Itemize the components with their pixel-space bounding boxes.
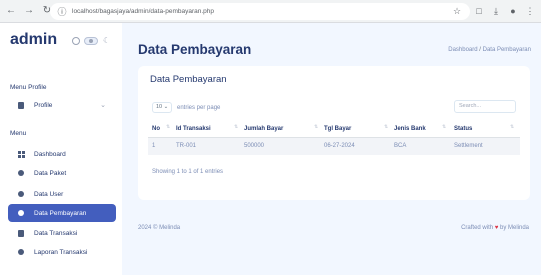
footer-credit: Crafted with ♥ by Melinda — [461, 225, 529, 231]
card-title: Data Pembayaran — [150, 74, 227, 85]
site-info-icon[interactable]: ⓘ — [56, 6, 68, 18]
sort-icon[interactable]: ⇅ — [166, 125, 170, 130]
payment-table: No ⇅ Id Transaksi ⇅ Jumlah Bayar ⇅ Tgl B… — [148, 121, 520, 155]
heart-icon: ♥ — [494, 225, 499, 231]
star-icon[interactable]: ☆ — [450, 5, 464, 18]
sidebar-item-laporan-transaksi[interactable]: Laporan Transaksi — [8, 243, 116, 261]
entries-value: 10 — [156, 104, 163, 110]
entries-select[interactable]: 10 ⌄ — [152, 102, 172, 113]
footer-credit-prefix: Crafted with — [461, 225, 494, 231]
address-bar[interactable]: ⓘ localhost/bagasjaya/admin/data-pembaya… — [50, 3, 470, 20]
download-icon[interactable]: ⤓ — [489, 4, 503, 18]
table-info: Showing 1 to 1 of 1 entries — [152, 169, 224, 175]
forward-arrow-icon[interactable]: → — [22, 4, 36, 18]
cell-jenis-bank: BCA — [394, 143, 407, 149]
theme-toggle[interactable]: ☾ — [72, 37, 110, 45]
column-header-status[interactable]: Status — [454, 121, 472, 138]
sidebar-item-label: Data Paket — [34, 169, 67, 177]
sidebar-item-label: Dashboard — [34, 150, 66, 158]
breadcrumb: Dashboard / Data Pembayaran — [448, 47, 531, 53]
table-row: 1 TR-001 500000 06-27-2024 BCA Settlemen… — [148, 138, 520, 155]
dot-icon — [16, 168, 26, 178]
column-header-jenis-bank[interactable]: Jenis Bank — [394, 121, 426, 138]
sidebar-item-label: Profile — [34, 101, 53, 109]
sidebar-item-data-transaksi[interactable]: Data Transaksi — [8, 224, 116, 242]
sort-icon[interactable]: ⇅ — [442, 125, 446, 130]
chevron-down-icon[interactable]: ⌄ — [100, 101, 106, 109]
extensions-icon[interactable]: □ — [472, 4, 486, 18]
cell-no: 1 — [152, 143, 156, 149]
url-text[interactable]: localhost/bagasjaya/admin/data-pembayara… — [72, 8, 214, 15]
search-input[interactable]: Search... — [454, 100, 516, 113]
sidebar-item-data-paket[interactable]: Data Paket — [8, 164, 116, 182]
table-header-row: No ⇅ Id Transaksi ⇅ Jumlah Bayar ⇅ Tgl B… — [148, 121, 520, 138]
breadcrumb-home[interactable]: Dashboard — [448, 47, 477, 53]
cell-jumlah-bayar: 500000 — [244, 143, 265, 149]
cell-id-transaksi: TR-001 — [176, 143, 197, 149]
column-header-id-transaksi[interactable]: Id Transaksi — [176, 121, 211, 138]
payment-card: Data Pembayaran 10 ⌄ entries per page Se… — [138, 66, 530, 200]
sidebar-item-label: Data Pembayaran — [34, 209, 87, 217]
profile-grid-icon — [16, 100, 26, 110]
sidebar-item-label: Data User — [34, 190, 64, 198]
dot-icon — [16, 208, 26, 218]
sort-icon[interactable]: ⇅ — [314, 125, 318, 130]
menu-dots-icon[interactable]: ⋮ — [523, 4, 537, 18]
menu-profile-title: Menu Profile — [10, 84, 47, 91]
profile-icon[interactable]: ● — [506, 4, 520, 18]
sidebar-item-profile[interactable]: Profile ⌄ — [8, 96, 116, 114]
footer-credit-suffix: by Melinda — [499, 225, 529, 231]
sort-icon[interactable]: ⇅ — [384, 125, 388, 130]
doc-icon — [16, 228, 26, 238]
entries-label: entries per page — [177, 104, 221, 111]
cell-status: Settlement — [454, 143, 483, 149]
breadcrumb-separator: / — [479, 47, 481, 53]
column-header-tgl-bayar[interactable]: Tgl Bayar — [324, 121, 351, 138]
cell-tgl-bayar: 06-27-2024 — [324, 143, 355, 149]
brand-logo[interactable]: admin — [10, 31, 57, 49]
sidebar-item-data-pembayaran[interactable]: Data Pembayaran — [8, 204, 116, 222]
footer-copyright: 2024 © Melinda — [138, 225, 181, 231]
sort-icon[interactable]: ⇅ — [234, 125, 238, 130]
dot-icon — [16, 189, 26, 199]
dot-icon — [16, 247, 26, 257]
column-header-no[interactable]: No — [152, 121, 160, 138]
browser-toolbar: ← → ↻ ⓘ localhost/bagasjaya/admin/data-p… — [0, 0, 541, 23]
sidebar-item-data-user[interactable]: Data User — [8, 185, 116, 203]
column-header-jumlah-bayar[interactable]: Jumlah Bayar — [244, 121, 283, 138]
breadcrumb-current: Data Pembayaran — [482, 47, 531, 53]
entries-per-page: 10 ⌄ entries per page — [152, 102, 220, 113]
page-title: Data Pembayaran — [138, 42, 252, 57]
sun-icon — [72, 37, 80, 45]
toggle-switch[interactable] — [84, 37, 98, 45]
back-arrow-icon[interactable]: ← — [4, 4, 18, 18]
menu-title: Menu — [10, 130, 27, 137]
sidebar: admin ☾ Menu Profile Profile ⌄ Menu Dash… — [0, 23, 122, 275]
sidebar-item-label: Laporan Transaksi — [34, 248, 88, 256]
sidebar-item-label: Data Transaksi — [34, 229, 78, 237]
sort-icon[interactable]: ⇅ — [510, 125, 514, 130]
moon-icon: ☾ — [103, 36, 111, 45]
sidebar-item-dashboard[interactable]: Dashboard — [8, 145, 116, 163]
grid-icon — [16, 149, 26, 159]
